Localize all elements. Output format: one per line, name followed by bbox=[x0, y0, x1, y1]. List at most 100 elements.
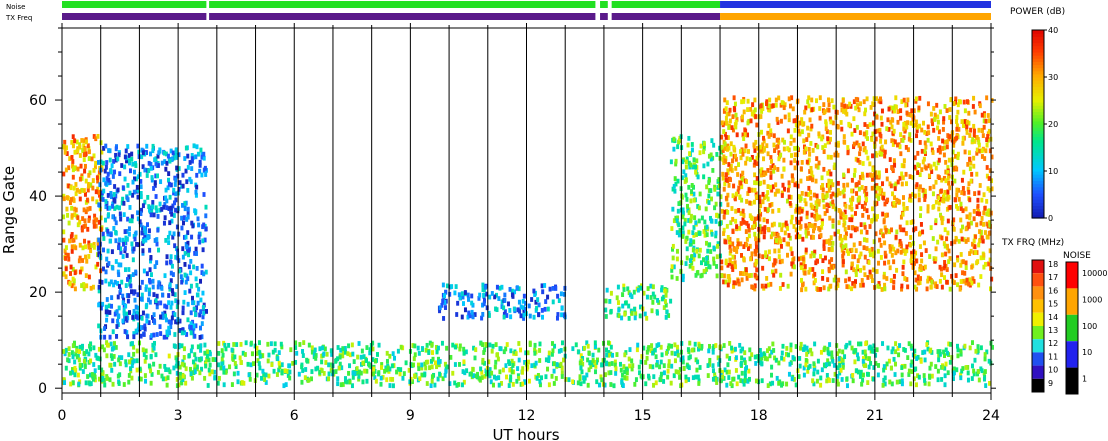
echo-cell bbox=[765, 276, 769, 281]
echo-cell bbox=[754, 378, 758, 384]
echo-cell bbox=[73, 372, 77, 378]
echo-cell bbox=[82, 207, 86, 213]
echo-cell bbox=[926, 137, 930, 143]
echo-cell bbox=[855, 226, 859, 232]
echo-cell bbox=[224, 346, 228, 352]
echo-cell bbox=[720, 134, 724, 140]
echo-cell bbox=[774, 97, 778, 103]
txfreq-segment bbox=[209, 13, 596, 20]
echo-cell bbox=[880, 108, 884, 114]
echo-cell bbox=[105, 317, 109, 323]
echo-cell bbox=[945, 279, 949, 285]
echo-cell bbox=[164, 166, 168, 172]
echo-cell bbox=[149, 380, 153, 386]
echo-cell bbox=[705, 255, 709, 261]
echo-cell bbox=[977, 377, 981, 383]
echo-cell bbox=[491, 382, 495, 388]
echo-cell bbox=[820, 367, 824, 373]
echo-cell bbox=[979, 345, 983, 351]
echo-cell bbox=[651, 299, 655, 305]
echo-cell bbox=[819, 375, 823, 381]
echo-cell bbox=[151, 143, 155, 149]
echo-cell bbox=[547, 382, 551, 388]
echo-cell bbox=[111, 318, 115, 324]
echo-cell bbox=[905, 206, 909, 211]
echo-cell bbox=[141, 150, 145, 156]
echo-cell bbox=[287, 363, 291, 369]
echo-cell bbox=[113, 361, 117, 367]
echo-cell bbox=[316, 365, 320, 371]
echo-cell bbox=[774, 357, 778, 363]
echo-cell bbox=[877, 170, 881, 176]
echo-cell bbox=[804, 362, 808, 368]
echo-cell bbox=[851, 254, 855, 260]
echo-cell bbox=[766, 226, 770, 232]
echo-cell bbox=[766, 348, 770, 354]
echo-cell bbox=[944, 361, 948, 367]
echo-cell bbox=[908, 193, 912, 199]
echo-cell bbox=[140, 230, 144, 236]
echo-cell bbox=[182, 355, 186, 360]
echo-cell bbox=[481, 342, 485, 347]
echo-cell bbox=[677, 201, 681, 207]
echo-cell bbox=[198, 162, 202, 168]
echo-cell bbox=[747, 273, 751, 279]
noise-segment bbox=[209, 1, 596, 8]
echo-cell bbox=[117, 381, 121, 386]
echo-cell bbox=[443, 305, 447, 310]
echo-cell bbox=[816, 369, 820, 375]
echo-cell bbox=[71, 343, 75, 349]
echo-cell bbox=[827, 183, 831, 188]
echo-cell bbox=[838, 190, 842, 196]
echo-cell bbox=[78, 189, 82, 195]
echo-cell bbox=[774, 268, 778, 274]
echo-cell bbox=[780, 227, 784, 233]
echo-cell bbox=[955, 119, 959, 124]
echo-cell bbox=[885, 276, 889, 281]
echo-cell bbox=[707, 348, 711, 354]
echo-cell bbox=[676, 144, 680, 150]
echo-cell bbox=[671, 206, 675, 212]
echo-cell bbox=[786, 252, 790, 258]
echo-cell bbox=[578, 374, 582, 380]
echo-cell bbox=[501, 367, 505, 373]
echo-cell bbox=[666, 368, 670, 374]
echo-cell bbox=[895, 197, 899, 203]
echo-cell bbox=[343, 376, 347, 381]
echo-cell bbox=[399, 367, 403, 372]
echo-cell bbox=[891, 105, 895, 111]
echo-cell bbox=[460, 314, 464, 320]
echo-cell bbox=[633, 315, 637, 321]
echo-cell bbox=[963, 343, 967, 349]
echo-cell bbox=[815, 204, 819, 210]
echo-cell bbox=[741, 346, 745, 352]
echo-cell bbox=[932, 127, 936, 133]
echo-cell bbox=[182, 346, 186, 352]
echo-cell bbox=[162, 220, 166, 226]
echo-cell bbox=[544, 299, 548, 304]
echo-cell bbox=[815, 378, 819, 384]
echo-cell bbox=[651, 350, 655, 356]
echo-cell bbox=[289, 347, 293, 353]
echo-cell bbox=[87, 156, 91, 161]
echo-cell bbox=[764, 283, 768, 289]
echo-cell bbox=[691, 265, 695, 271]
noise-segment bbox=[611, 1, 721, 8]
echo-cell bbox=[73, 270, 77, 276]
echo-cell bbox=[700, 272, 704, 278]
echo-cell bbox=[945, 108, 949, 114]
echo-cell bbox=[881, 181, 885, 187]
echo-cell bbox=[918, 140, 922, 145]
echo-cell bbox=[917, 192, 921, 198]
echo-cell bbox=[533, 350, 537, 356]
echo-cell bbox=[829, 154, 833, 160]
echo-cell bbox=[789, 219, 793, 225]
echo-cell bbox=[427, 350, 431, 355]
echo-cell bbox=[715, 254, 719, 260]
echo-cell bbox=[986, 113, 990, 118]
echo-cell bbox=[899, 132, 903, 137]
echo-cell bbox=[127, 231, 131, 237]
echo-cell bbox=[883, 201, 887, 207]
echo-cell bbox=[762, 147, 766, 153]
echo-cell bbox=[430, 364, 434, 370]
